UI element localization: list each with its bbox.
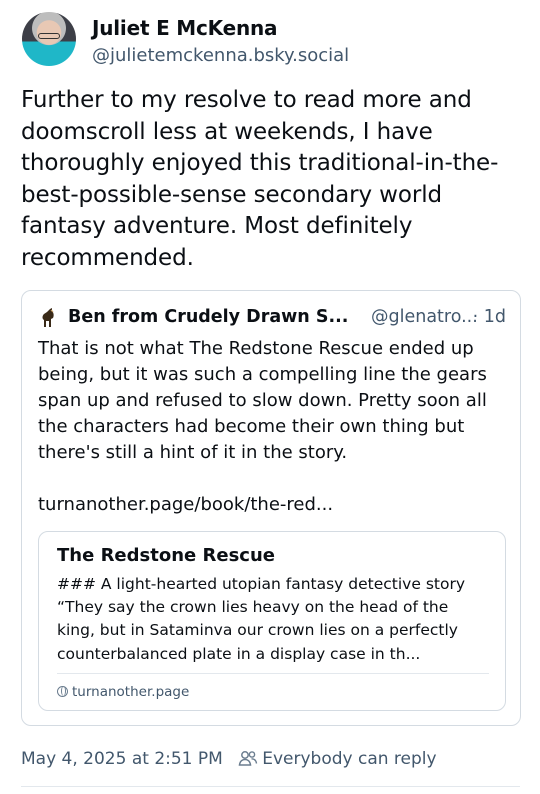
quoted-post-age: · 1d bbox=[473, 307, 506, 327]
link-card[interactable]: The Redstone Rescue ### A light-hearted … bbox=[38, 531, 506, 711]
link-card-title: The Redstone Rescue bbox=[57, 545, 275, 566]
author-display-name[interactable]: Juliet E McKenna bbox=[92, 16, 278, 40]
globe-icon bbox=[57, 686, 68, 697]
post-text: Further to my resolve to read more and d… bbox=[21, 87, 499, 271]
bottom-divider bbox=[21, 786, 520, 787]
link-card-domain: turnanother.page bbox=[57, 684, 189, 700]
post-header: Juliet E McKenna @julietemckenna.bsky.so… bbox=[22, 12, 520, 70]
reply-setting[interactable]: Everybody can reply bbox=[262, 749, 436, 769]
separator-dot: · bbox=[472, 307, 479, 327]
link-card-divider bbox=[57, 673, 489, 674]
horse-icon bbox=[42, 308, 54, 327]
quoted-author-name[interactable]: Ben from Crudely Drawn S... bbox=[68, 307, 348, 327]
author-avatar[interactable] bbox=[22, 12, 76, 66]
people-icon bbox=[238, 751, 258, 766]
quoted-author-handle[interactable]: @glenatro... bbox=[371, 307, 478, 327]
quoted-post-link[interactable]: turnanother.page/book/the-red... bbox=[38, 494, 333, 515]
link-card-domain-text: turnanother.page bbox=[72, 684, 190, 700]
post-timestamp[interactable]: May 4, 2025 at 2:51 PM bbox=[21, 749, 223, 769]
link-card-description: ### A light-hearted utopian fantasy dete… bbox=[57, 575, 465, 663]
post-footer: May 4, 2025 at 2:51 PM Everybody can rep… bbox=[21, 749, 437, 769]
age-label: 1d bbox=[483, 307, 506, 327]
quoted-post-header: Ben from Crudely Drawn S... @glenatro...… bbox=[38, 307, 506, 329]
quoted-post[interactable]: Ben from Crudely Drawn S... @glenatro...… bbox=[21, 290, 521, 726]
quoted-post-text: That is not what The Redstone Rescue end… bbox=[38, 338, 487, 463]
author-handle[interactable]: @julietemckenna.bsky.social bbox=[92, 45, 349, 66]
